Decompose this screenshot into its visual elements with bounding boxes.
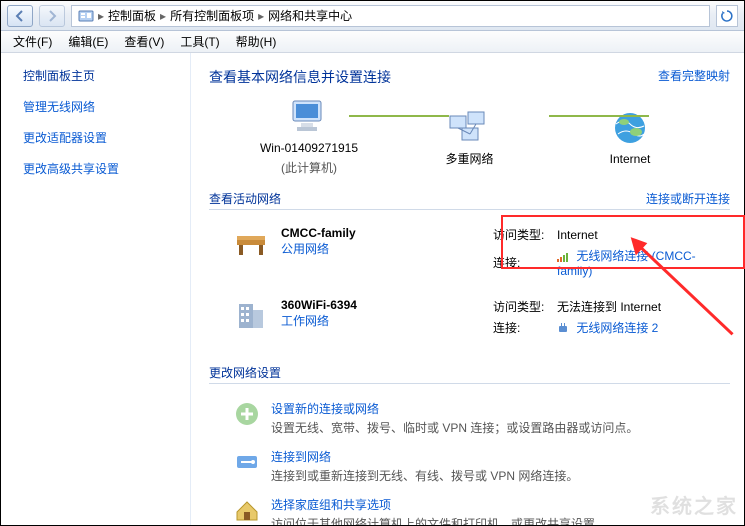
breadcrumb-item[interactable]: 网络和共享中心: [268, 7, 352, 24]
sidebar: 控制面板主页 管理无线网络 更改适配器设置 更改高级共享设置: [1, 53, 191, 525]
connect-network-icon: [233, 448, 261, 476]
sidebar-item-adapter-settings[interactable]: 更改适配器设置: [23, 129, 180, 146]
building-icon: [233, 298, 269, 334]
map-node-label: 多重网络: [445, 150, 493, 167]
chevron-right-icon: ▸: [160, 9, 166, 23]
map-connector: [349, 115, 449, 117]
task-link[interactable]: 连接到网络: [271, 448, 578, 465]
control-panel-icon: [78, 8, 94, 24]
menu-file[interactable]: 文件(F): [7, 31, 58, 52]
connect-disconnect-link[interactable]: 连接或断开连接: [646, 190, 730, 207]
breadcrumb[interactable]: ▸ 控制面板 ▸ 所有控制面板项 ▸ 网络和共享中心: [71, 5, 710, 27]
task-item: 选择家庭组和共享选项 访问位于其他网络计算机上的文件和打印机，或更改共享设置。: [209, 490, 730, 525]
computer-icon: [286, 97, 332, 137]
sidebar-title: 控制面板主页: [23, 67, 180, 84]
task-desc: 设置无线、宽带、拨号、临时或 VPN 连接；或设置路由器或访问点。: [271, 419, 638, 436]
homegroup-icon: [233, 496, 261, 524]
nav-forward-button[interactable]: [39, 5, 65, 27]
map-connector: [549, 115, 649, 117]
section-active-networks: 查看活动网络 连接或断开连接: [209, 190, 730, 210]
network-name: 360WiFi-6394: [281, 298, 481, 312]
sidebar-item-sharing-settings[interactable]: 更改高级共享设置: [23, 160, 180, 177]
menu-help[interactable]: 帮助(H): [230, 31, 283, 52]
task-item: 设置新的连接或网络 设置无线、宽带、拨号、临时或 VPN 连接；或设置路由器或访…: [209, 394, 730, 442]
network-map: Win-01409271915 (此计算机) 多重网络 Internet: [209, 97, 730, 176]
nav-back-button[interactable]: [7, 5, 33, 27]
section-label: 更改网络设置: [209, 364, 281, 381]
chevron-right-icon: ▸: [258, 9, 264, 23]
map-node-label: Win-01409271915: [260, 141, 358, 155]
network-name: CMCC-family: [281, 226, 481, 240]
task-link[interactable]: 设置新的连接或网络: [271, 400, 638, 417]
access-type-label: 访问类型:: [493, 298, 557, 315]
menu-bar: 文件(F) 编辑(E) 查看(V) 工具(T) 帮助(H): [1, 31, 744, 53]
page-title: 查看基本网络信息并设置连接: [209, 67, 730, 87]
menu-view[interactable]: 查看(V): [118, 31, 170, 52]
breadcrumb-item[interactable]: 所有控制面板项: [170, 7, 254, 24]
task-desc: 连接到或重新连接到无线、有线、拨号或 VPN 网络连接。: [271, 467, 578, 484]
chevron-right-icon: ▸: [98, 9, 104, 23]
window-titlebar: ▸ 控制面板 ▸ 所有控制面板项 ▸ 网络和共享中心: [1, 1, 744, 31]
connection-label: 连接:: [493, 319, 557, 336]
view-full-map-link[interactable]: 查看完整映射: [658, 67, 730, 84]
globe-icon: [607, 108, 653, 148]
map-node-label: Internet: [610, 152, 651, 166]
menu-tools[interactable]: 工具(T): [174, 31, 225, 52]
map-node-sublabel: (此计算机): [281, 159, 337, 176]
refresh-button[interactable]: [716, 5, 738, 27]
new-connection-icon: [233, 400, 261, 428]
bench-icon: [233, 226, 269, 262]
task-desc: 访问位于其他网络计算机上的文件和打印机，或更改共享设置。: [271, 515, 607, 525]
network-type-link[interactable]: 工作网络: [281, 314, 329, 328]
network-type-link[interactable]: 公用网络: [281, 242, 329, 256]
breadcrumb-item[interactable]: 控制面板: [108, 7, 156, 24]
adapter-icon: [557, 323, 569, 335]
sidebar-item-manage-wireless[interactable]: 管理无线网络: [23, 98, 180, 115]
section-label: 查看活动网络: [209, 190, 281, 207]
map-node-computer: Win-01409271915 (此计算机): [239, 97, 379, 176]
menu-edit[interactable]: 编辑(E): [62, 31, 114, 52]
task-link[interactable]: 选择家庭组和共享选项: [271, 496, 607, 513]
task-item: 连接到网络 连接到或重新连接到无线、有线、拨号或 VPN 网络连接。: [209, 442, 730, 490]
section-change-settings: 更改网络设置: [209, 364, 730, 384]
network-icon: [447, 106, 493, 146]
